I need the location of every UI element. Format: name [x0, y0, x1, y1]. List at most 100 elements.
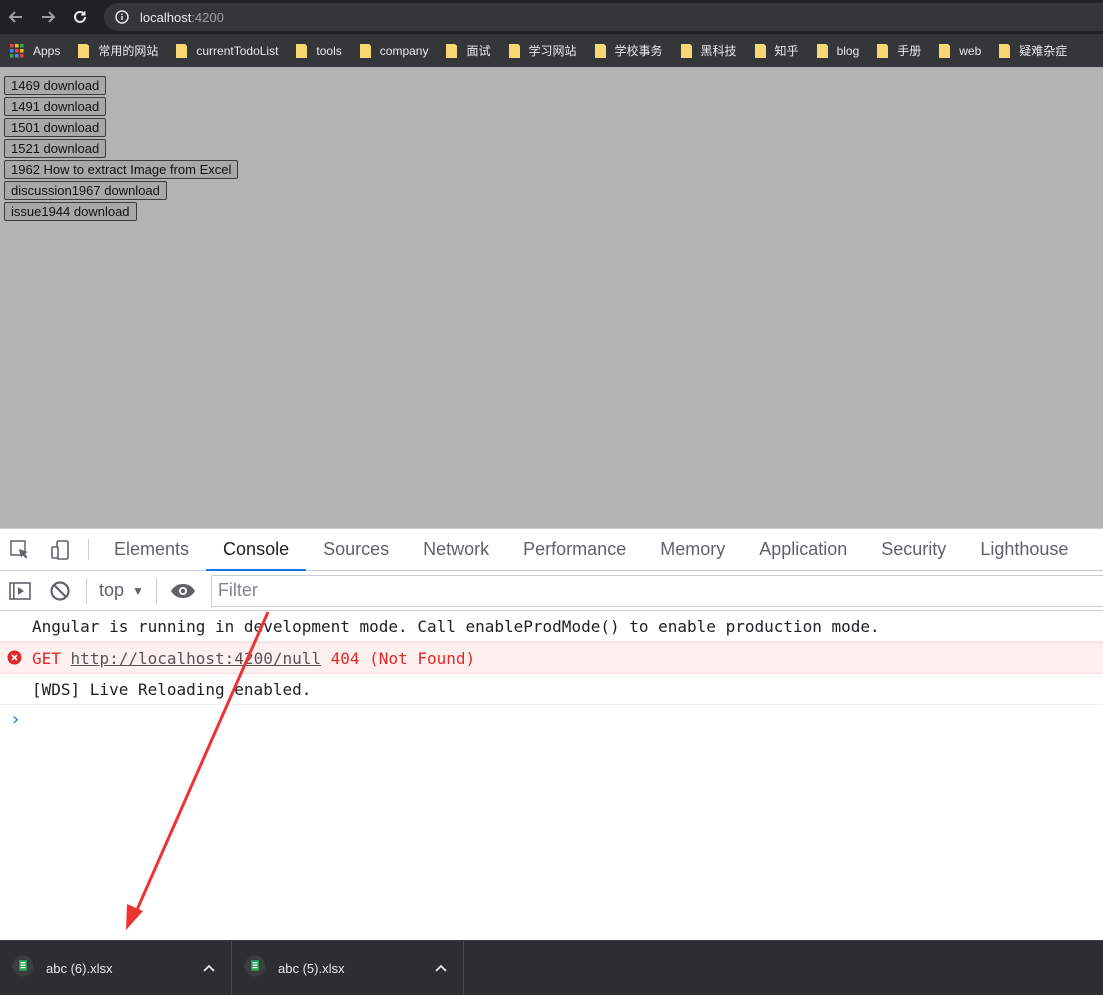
device-toolbar-button[interactable] [40, 529, 80, 570]
bookmark-label: 常用的网站 [98, 44, 159, 58]
tab-console[interactable]: Console [206, 529, 307, 571]
info-icon[interactable] [104, 10, 140, 24]
console-output: Angular is running in development mode. … [0, 611, 1103, 733]
page-content: 1469 download 1491 download 1501 download 1… [0, 67, 1103, 528]
download-button[interactable]: issue1944 download [4, 202, 137, 221]
download-button[interactable]: 1521 download [4, 139, 107, 158]
bookmark-label: Apps [33, 43, 61, 58]
tab-performance[interactable]: Performance [506, 529, 643, 570]
live-expression-button[interactable] [163, 571, 203, 611]
error-icon [7, 650, 22, 669]
folder-icon [754, 43, 766, 58]
downloads-bar: abc (6).xlsx abc (5).xlsx [0, 940, 1103, 995]
tab-memory[interactable]: Memory [643, 529, 742, 570]
chevron-up-icon[interactable] [203, 959, 215, 977]
device-icon [51, 539, 69, 560]
bookmark-folder[interactable]: 黑科技 [671, 34, 745, 67]
folder-icon [939, 43, 951, 58]
folder-icon [296, 43, 308, 58]
error-method: GET [32, 648, 61, 668]
download-button[interactable]: 1469 download [4, 76, 107, 95]
tab-sources[interactable]: Sources [306, 529, 406, 570]
bookmark-folder[interactable]: currentTodoList [166, 34, 286, 67]
bookmark-folder[interactable]: 学习网站 [499, 34, 585, 67]
folder-icon [816, 43, 828, 58]
bookmark-folder[interactable]: 面试 [436, 34, 498, 67]
url-port: :4200 [191, 9, 224, 25]
tab-lighthouse[interactable]: Lighthouse [963, 529, 1085, 570]
context-selector[interactable]: top ▼ [93, 580, 150, 601]
bookmark-label: 疑难杂症 [1019, 44, 1068, 58]
bookmark-folder[interactable]: 手册 [867, 34, 929, 67]
back-button[interactable] [0, 0, 32, 34]
excel-file-icon [12, 955, 34, 982]
excel-file-icon [244, 955, 266, 982]
bookmark-label: currentTodoList [196, 43, 279, 58]
folder-icon [680, 43, 692, 58]
sidebar-toggle-icon [9, 581, 31, 600]
download-filename: abc (6).xlsx [46, 960, 113, 976]
folder-icon [594, 43, 606, 58]
bookmark-folder[interactable]: company [350, 34, 437, 67]
bookmark-label: tools [316, 43, 342, 58]
bookmark-label: 面试 [466, 44, 491, 58]
bookmark-folder[interactable]: 常用的网站 [68, 34, 166, 67]
toggle-sidebar-button[interactable] [0, 571, 40, 611]
console-prompt[interactable]: › [0, 705, 1103, 733]
toolbar-separator [155, 577, 157, 604]
error-url-link[interactable]: http://localhost:4200/null [71, 649, 321, 668]
bookmark-label: 手册 [897, 44, 922, 58]
clear-console-button[interactable] [40, 571, 80, 611]
tab-security[interactable]: Security [864, 529, 963, 570]
tab-network[interactable]: Network [406, 529, 506, 570]
forward-arrow-icon [42, 11, 56, 23]
inspect-cursor-icon [10, 539, 28, 558]
url-text: localhost:4200 [140, 10, 224, 25]
inspect-element-button[interactable] [0, 529, 40, 570]
chevron-up-icon[interactable] [435, 959, 447, 977]
bookmark-label: 学校事务 [614, 44, 663, 58]
bookmark-label: 学习网站 [528, 44, 577, 58]
devtools-tab-bar: Elements Console Sources Network Performance… [0, 528, 1103, 571]
bookmark-folder[interactable]: blog [807, 34, 868, 67]
download-filename: abc (5).xlsx [278, 960, 345, 976]
download-button[interactable]: 1962 How to extract Image from Excel [4, 160, 239, 179]
tab-elements[interactable]: Elements [97, 529, 206, 570]
bookmark-label: blog [836, 43, 860, 58]
folder-icon [877, 43, 889, 58]
bookmark-folder[interactable]: 知乎 [745, 34, 807, 67]
url-host: localhost [140, 9, 192, 25]
folder-icon [999, 43, 1011, 58]
toolbar-separator [86, 577, 87, 604]
bookmarks-bar: Apps 常用的网站 currentTodoList tools company 面试 学习… [0, 34, 1103, 67]
error-status: 404 (Not Found) [330, 648, 476, 668]
browser-toolbar: localhost:4200 [0, 0, 1103, 34]
context-label: top [99, 580, 125, 600]
forward-button[interactable] [32, 0, 64, 34]
download-item[interactable]: abc (6).xlsx [0, 941, 232, 995]
console-message: [WDS] Live Reloading enabled. [32, 679, 312, 699]
devtools-panel: Elements Console Sources Network Performance… [0, 528, 1103, 940]
bookmark-apps[interactable]: Apps [0, 34, 68, 67]
bookmark-folder[interactable]: web [929, 34, 989, 67]
download-button[interactable]: 1501 download [4, 118, 107, 137]
bookmark-label: web [959, 43, 982, 58]
eye-icon [170, 583, 195, 598]
bookmark-folder[interactable]: 学校事务 [585, 34, 671, 67]
filter-input[interactable]: Filter [210, 574, 1103, 607]
console-error-line: GET http://localhost:4200/null 404 (Not … [0, 642, 1103, 674]
folder-icon [176, 43, 188, 58]
reload-button[interactable] [64, 0, 96, 34]
download-button[interactable]: discussion1967 download [4, 181, 167, 200]
folder-icon [359, 43, 371, 58]
bookmark-folder[interactable]: 疑难杂症 [989, 34, 1075, 67]
tab-application[interactable]: Application [742, 529, 864, 570]
download-button-list: 1469 download 1491 download 1501 download 1… [4, 76, 239, 223]
address-bar[interactable]: localhost:4200 [104, 3, 1103, 31]
bookmark-folder[interactable]: tools [286, 34, 349, 67]
download-item[interactable]: abc (5).xlsx [232, 941, 464, 995]
apps-grid-icon [10, 43, 24, 58]
bookmark-label: 知乎 [774, 44, 799, 58]
download-button[interactable]: 1491 download [4, 97, 107, 116]
clear-console-icon [50, 580, 70, 601]
